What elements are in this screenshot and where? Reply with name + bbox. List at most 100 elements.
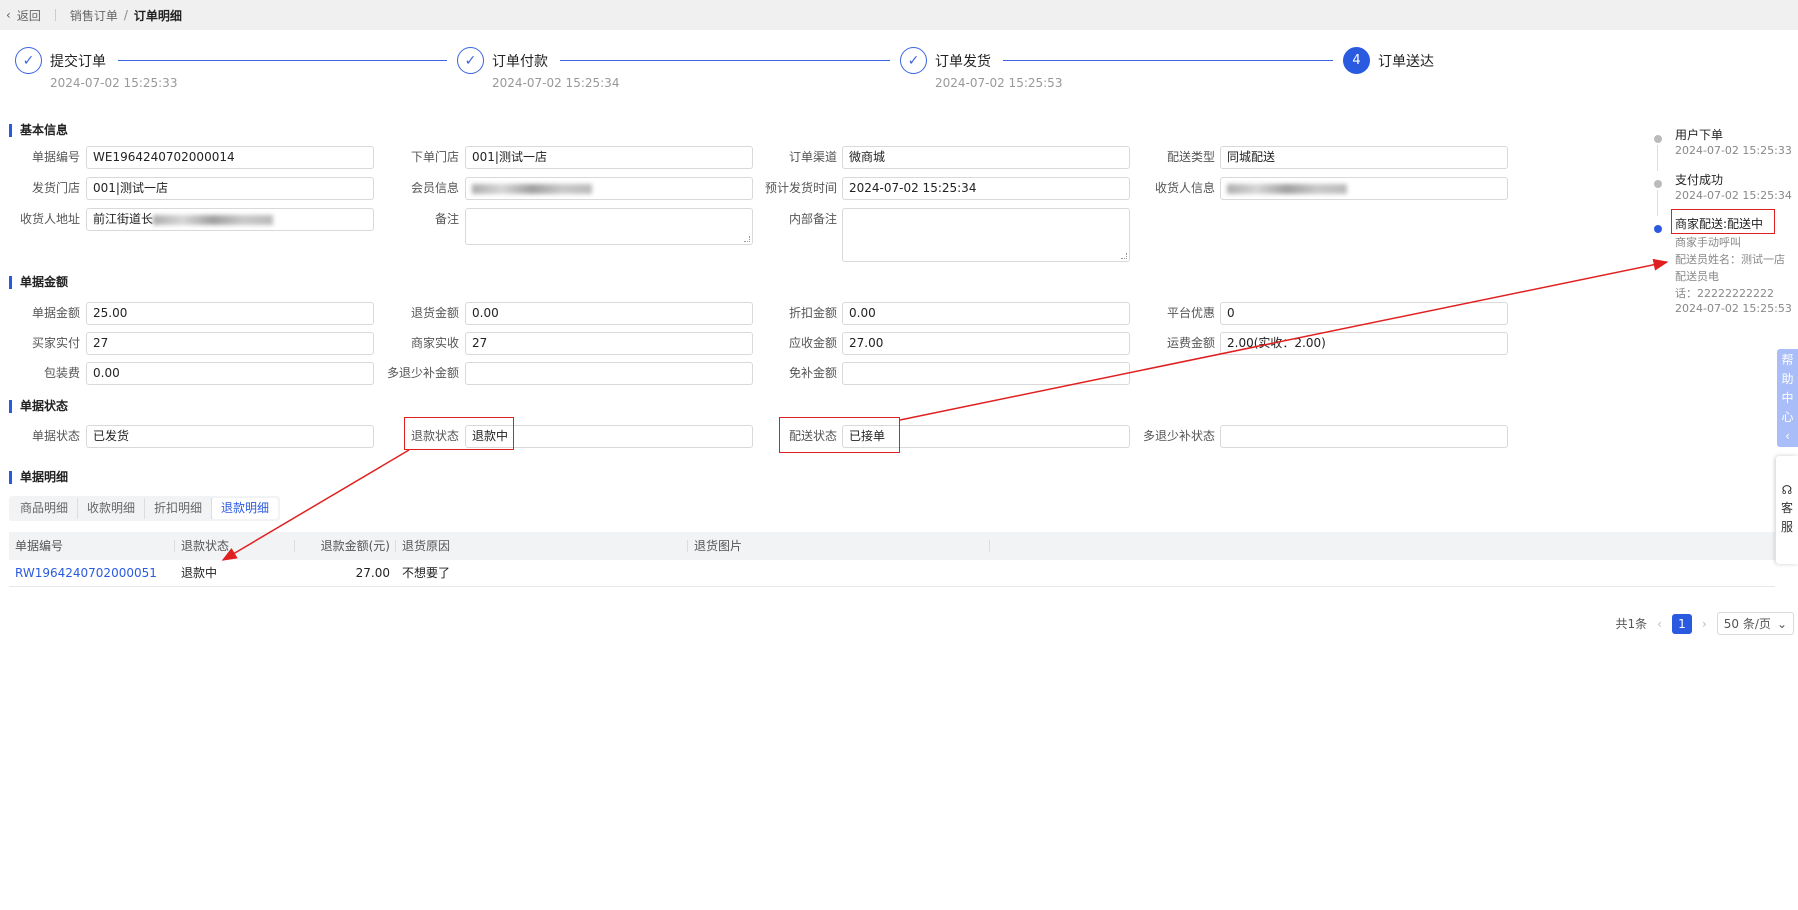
field-input[interactable]: 已发货	[86, 425, 374, 448]
field-label: 收货人信息	[1154, 181, 1215, 195]
field-value: 0	[1227, 306, 1235, 320]
blurred-content	[472, 183, 592, 194]
pagination: 共1条 ‹ 1 › 50 条/页 ⌄	[1616, 612, 1794, 635]
tab-2[interactable]: 收款明细	[78, 498, 146, 519]
step-date: 2024-07-02 15:25:53	[935, 76, 1063, 90]
field-label: 买家实付	[31, 336, 80, 350]
field-input[interactable]: 0.00	[465, 302, 753, 325]
timeline-dot	[1654, 135, 1662, 143]
field-label: 应收金额	[788, 336, 837, 350]
breadcrumb-parent[interactable]: 销售订单	[70, 7, 118, 24]
page-size-select[interactable]: 50 条/页 ⌄	[1716, 612, 1794, 635]
step-label: 订单付款	[492, 53, 548, 70]
section-detail: 单据明细	[9, 471, 68, 484]
prev-page-button[interactable]: ‹	[1657, 617, 1662, 631]
field-value: 前江街道长	[93, 212, 154, 226]
field-input[interactable]: 同城配送	[1220, 146, 1508, 169]
field-input[interactable]: 0.00	[86, 362, 374, 385]
chevron-down-icon: ⌄	[1776, 616, 1787, 631]
field-input[interactable]: 0	[1220, 302, 1508, 325]
timeline-connector	[1657, 145, 1658, 171]
timeline-title: 用户下单	[1675, 128, 1724, 142]
step-label: 订单发货	[935, 53, 991, 70]
next-page-button[interactable]: ›	[1702, 617, 1707, 631]
field-value: 同城配送	[1227, 150, 1276, 164]
breadcrumb-separator: /	[123, 8, 128, 22]
field-input[interactable]: 27	[465, 332, 753, 355]
page-1-button[interactable]: 1	[1671, 613, 1692, 634]
field-input[interactable]	[1220, 177, 1508, 200]
field-label: 平台优惠	[1166, 306, 1215, 320]
blurred-content	[1227, 183, 1347, 194]
step-connector	[118, 60, 447, 61]
timeline-detail: 商家手动呼叫	[1675, 236, 1741, 249]
tab-4[interactable]: 退款明细	[212, 498, 279, 519]
field-input[interactable]	[842, 208, 1130, 262]
field-label: 退货金额	[410, 306, 459, 320]
field-input[interactable]: 2.00(实收：2.00)	[1220, 332, 1508, 355]
field-value: 001|测试一店	[472, 150, 547, 164]
annotation-box-timeline	[1671, 209, 1775, 234]
table-cell: 27.00	[355, 566, 390, 580]
column-header: 退货原因	[396, 532, 688, 560]
field-input[interactable]: 27	[86, 332, 374, 355]
field-input[interactable]: 0.00	[842, 302, 1130, 325]
table-cell: 退款中	[181, 566, 218, 580]
field-input[interactable]	[1220, 425, 1508, 448]
field-input[interactable]: 25.00	[86, 302, 374, 325]
field-input[interactable]: 001|测试一店	[86, 177, 374, 200]
total-count: 共1条	[1615, 617, 1648, 631]
field-label: 多退少补金额	[386, 366, 459, 380]
field-label: 单据状态	[31, 429, 80, 443]
field-label: 收货人地址	[19, 212, 80, 226]
field-input[interactable]	[465, 362, 753, 385]
field-label: 免补金额	[788, 366, 837, 380]
field-label: 发货门店	[31, 181, 80, 195]
customer-service-button[interactable]: ☊ 客服	[1776, 456, 1798, 564]
help-center-tab[interactable]: 帮助中心 ‹	[1777, 349, 1798, 447]
field-label: 会员信息	[410, 181, 459, 195]
timeline-dot	[1654, 180, 1662, 188]
timeline-title: 支付成功	[1675, 173, 1724, 187]
step-date: 2024-07-02 15:25:33	[50, 76, 178, 90]
field-value: 27.00	[849, 336, 884, 350]
breadcrumb-bar: ‹ 返回 销售订单 / 订单明细	[0, 0, 1798, 30]
tab-3[interactable]: 折扣明细	[145, 498, 213, 519]
field-input[interactable]: 27.00	[842, 332, 1130, 355]
check-icon: ✓	[457, 47, 484, 74]
field-input[interactable]: WE1964240702000014	[86, 146, 374, 169]
chevron-left-icon: ‹	[6, 8, 11, 22]
field-value: 0.00	[849, 306, 876, 320]
field-input[interactable]	[465, 177, 753, 200]
back-button[interactable]: ‹ 返回	[6, 7, 41, 24]
field-input[interactable]	[842, 362, 1130, 385]
step-connector	[1003, 60, 1333, 61]
field-input[interactable]: 前江街道长	[86, 208, 374, 231]
field-label: 多退少补状态	[1142, 429, 1215, 443]
tab-1[interactable]: 商品明细	[11, 498, 79, 519]
field-input[interactable]: 微商城	[842, 146, 1130, 169]
field-label: 单据编号	[31, 150, 80, 164]
table-row: RW1964240702000051 退款中 27.00 不想要了	[9, 560, 1775, 587]
refund-order-link[interactable]: RW1964240702000051	[9, 560, 175, 587]
timeline-detail: 话：22222222222	[1675, 287, 1774, 300]
field-label: 折扣金额	[788, 306, 837, 320]
timeline-dot	[1654, 225, 1662, 233]
field-value: 已发货	[93, 429, 130, 443]
annotation-arrows	[221, 258, 1669, 561]
field-label: 运费金额	[1166, 336, 1215, 350]
field-input[interactable]: 001|测试一店	[465, 146, 753, 169]
field-value: 0.00	[472, 306, 499, 320]
step-date: 2024-07-02 15:25:34	[492, 76, 620, 90]
step-4: 4 订单送达	[1343, 47, 1434, 74]
help-center-label: 帮助中心	[1781, 353, 1794, 424]
field-value: 2.00(实收：2.00)	[1227, 336, 1326, 350]
step-1: ✓ 提交订单	[15, 47, 106, 74]
table-cell: 不想要了	[402, 566, 451, 580]
column-header: 退货图片	[688, 532, 990, 560]
section-status: 单据状态	[9, 400, 68, 413]
table-cell	[688, 560, 990, 587]
field-input[interactable]	[465, 208, 753, 245]
field-value: 001|测试一店	[93, 181, 168, 195]
field-input[interactable]: 2024-07-02 15:25:34	[842, 177, 1130, 200]
